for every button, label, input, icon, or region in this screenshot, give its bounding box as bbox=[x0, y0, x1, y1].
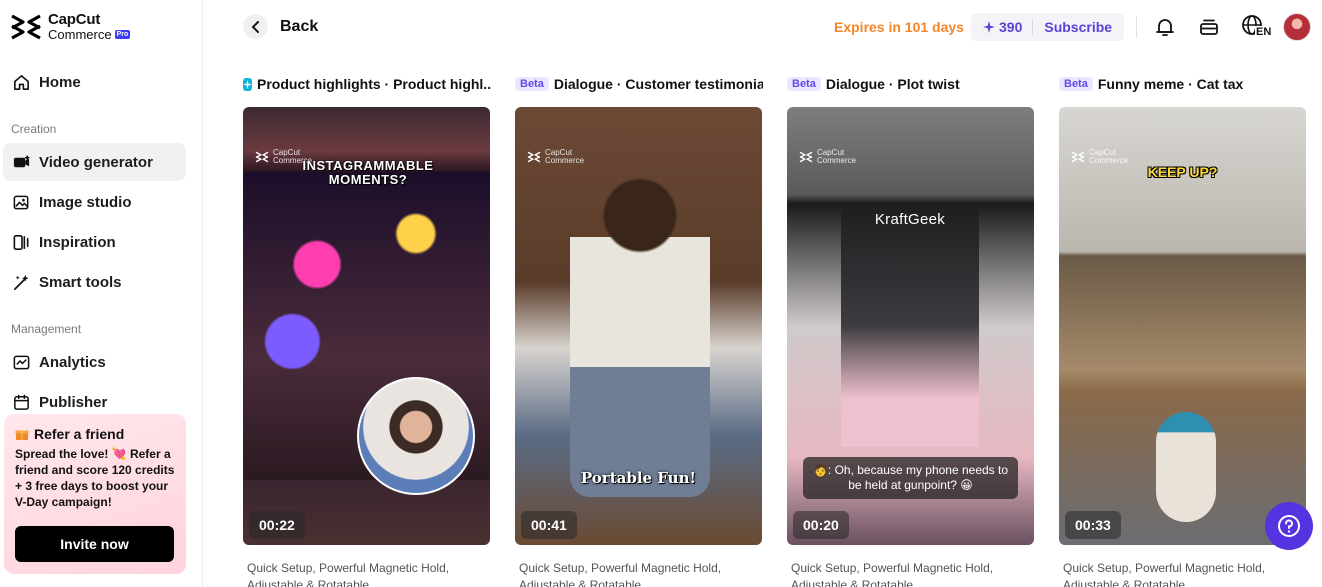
credits-box: 390 Subscribe bbox=[971, 13, 1124, 41]
back-button[interactable]: Back bbox=[243, 14, 318, 39]
duration-badge: 00:20 bbox=[793, 511, 849, 539]
video-caption: 🧑: Oh, because my phone needs to be held… bbox=[803, 457, 1018, 499]
chevron-left-icon bbox=[243, 14, 268, 39]
video-thumbnail[interactable]: CapCut Commerce KEEP UP? 00:33 bbox=[1059, 107, 1306, 545]
sidebar-item-label: Analytics bbox=[39, 353, 106, 371]
help-question-icon bbox=[1278, 515, 1300, 537]
picture-in-picture-avatar bbox=[357, 377, 475, 495]
language-globe-icon[interactable]: EN bbox=[1240, 14, 1273, 40]
video-frame-image bbox=[1156, 412, 1216, 522]
sidebar-item-label: Smart tools bbox=[39, 273, 122, 291]
beta-badge: Beta bbox=[787, 77, 821, 91]
template-card[interactable]: Beta Dialogue · Plot twist CapCut Commerc… bbox=[787, 74, 1035, 587]
help-button[interactable] bbox=[1265, 502, 1313, 550]
sidebar-item-label: Inspiration bbox=[39, 233, 116, 251]
smart-tools-icon bbox=[13, 274, 29, 290]
analytics-icon bbox=[13, 355, 30, 369]
sidebar-item-label: Publisher bbox=[39, 393, 108, 411]
image-studio-icon bbox=[13, 195, 29, 209]
sidebar-item-label: Home bbox=[39, 73, 81, 91]
sidebar-item-label: Video generator bbox=[39, 153, 153, 171]
video-caption: INSTAGRAMMABLE MOMENTS? bbox=[302, 158, 434, 187]
card-title: Product highlights · Product highl... bbox=[257, 76, 491, 92]
app-root: CapCut Commerce Pro Home Creation Video … bbox=[0, 0, 1322, 587]
video-caption: Portable Fun! bbox=[580, 469, 697, 487]
sidebar-item-home[interactable]: Home bbox=[3, 63, 186, 101]
capcut-watermark: CapCut Commerce bbox=[799, 149, 856, 165]
capcut-watermark: CapCut Commerce bbox=[527, 149, 584, 165]
header-divider bbox=[1136, 16, 1137, 38]
video-frame-image bbox=[570, 177, 710, 497]
brand-logo[interactable]: CapCut Commerce Pro bbox=[10, 11, 131, 42]
inspiration-icon bbox=[13, 234, 29, 250]
card-title: Dialogue · Plot twist bbox=[825, 76, 960, 92]
capcut-watermark: CapCut Commerce bbox=[1071, 149, 1128, 165]
sidebar-item-analytics[interactable]: Analytics bbox=[3, 343, 186, 381]
sidebar: CapCut Commerce Pro Home Creation Video … bbox=[0, 0, 203, 587]
duration-badge: 00:33 bbox=[1065, 511, 1121, 539]
notifications-bell-icon[interactable] bbox=[1152, 14, 1178, 40]
storage-icon[interactable] bbox=[1196, 14, 1222, 40]
invite-now-button[interactable]: Invite now bbox=[15, 526, 174, 562]
video-frame-image bbox=[841, 203, 979, 447]
expiry-notice[interactable]: Expires in 101 days bbox=[834, 19, 964, 35]
back-label: Back bbox=[280, 17, 319, 35]
video-thumbnail[interactable]: CapCut Commerce Portable Fun! 00:41 bbox=[515, 107, 762, 545]
refer-title: Refer a friend bbox=[34, 426, 125, 442]
sidebar-item-video-generator[interactable]: Video generator bbox=[3, 143, 186, 181]
beta-badge: Beta bbox=[1059, 77, 1093, 91]
brand-sub: Commerce bbox=[48, 27, 112, 42]
overlay-brand-text: KraftGeek bbox=[874, 211, 946, 228]
card-title: Dialogue · Customer testimonial bbox=[553, 76, 763, 92]
credits-count: 390 bbox=[999, 19, 1023, 35]
card-description: Quick Setup, Powerful Magnetic Hold, Adj… bbox=[1063, 561, 1266, 587]
video-thumbnail[interactable]: CapCut Commerce INSTAGRAMMABLE MOMENTS? 0… bbox=[243, 107, 490, 545]
product-highlight-icon bbox=[243, 77, 252, 91]
video-thumbnail[interactable]: CapCut Commerce KraftGeek 🧑: Oh, because … bbox=[787, 107, 1034, 545]
sidebar-item-label: Image studio bbox=[39, 193, 132, 211]
user-avatar[interactable] bbox=[1283, 13, 1311, 41]
pro-badge: Pro bbox=[114, 30, 131, 39]
beta-badge: Beta bbox=[515, 77, 549, 91]
video-caption: KEEP UP? bbox=[1147, 164, 1218, 180]
watermark-line2: Commerce bbox=[817, 156, 857, 165]
video-generator-icon bbox=[13, 154, 31, 167]
brand-name: CapCut bbox=[48, 11, 101, 28]
sidebar-item-smart-tools[interactable]: Smart tools bbox=[3, 263, 186, 301]
sidebar-item-inspiration[interactable]: Inspiration bbox=[3, 223, 186, 261]
sparkle-icon bbox=[983, 21, 995, 33]
home-icon bbox=[14, 74, 29, 90]
section-label-management: Management bbox=[11, 322, 82, 336]
card-description: Quick Setup, Powerful Magnetic Hold, Adj… bbox=[247, 561, 450, 587]
watermark-line2: Commerce bbox=[545, 156, 585, 165]
duration-badge: 00:22 bbox=[249, 511, 305, 539]
credits-divider bbox=[1032, 19, 1034, 35]
refer-text: Spread the love! 💘 Refer a friend and sc… bbox=[15, 447, 175, 509]
section-label-creation: Creation bbox=[11, 122, 57, 136]
template-card[interactable]: Beta Dialogue · Customer testimonial Cap… bbox=[515, 74, 763, 587]
refer-friend-card: Refer a friend Spread the love! 💘 Refer … bbox=[4, 414, 186, 574]
publisher-icon bbox=[14, 394, 29, 410]
duration-badge: 00:41 bbox=[521, 511, 577, 539]
card-description: Quick Setup, Powerful Magnetic Hold, Adj… bbox=[519, 561, 722, 587]
language-code: EN bbox=[1255, 26, 1273, 38]
card-title: Funny meme · Cat tax bbox=[1097, 76, 1244, 92]
card-description: Quick Setup, Powerful Magnetic Hold, Adj… bbox=[791, 561, 994, 587]
subscribe-button[interactable]: Subscribe bbox=[1044, 19, 1112, 35]
capcut-logo-icon bbox=[11, 14, 41, 39]
gift-icon bbox=[15, 430, 29, 440]
template-card[interactable]: Product highlights · Product highl... Ca… bbox=[243, 74, 491, 587]
sidebar-item-image-studio[interactable]: Image studio bbox=[3, 183, 186, 221]
